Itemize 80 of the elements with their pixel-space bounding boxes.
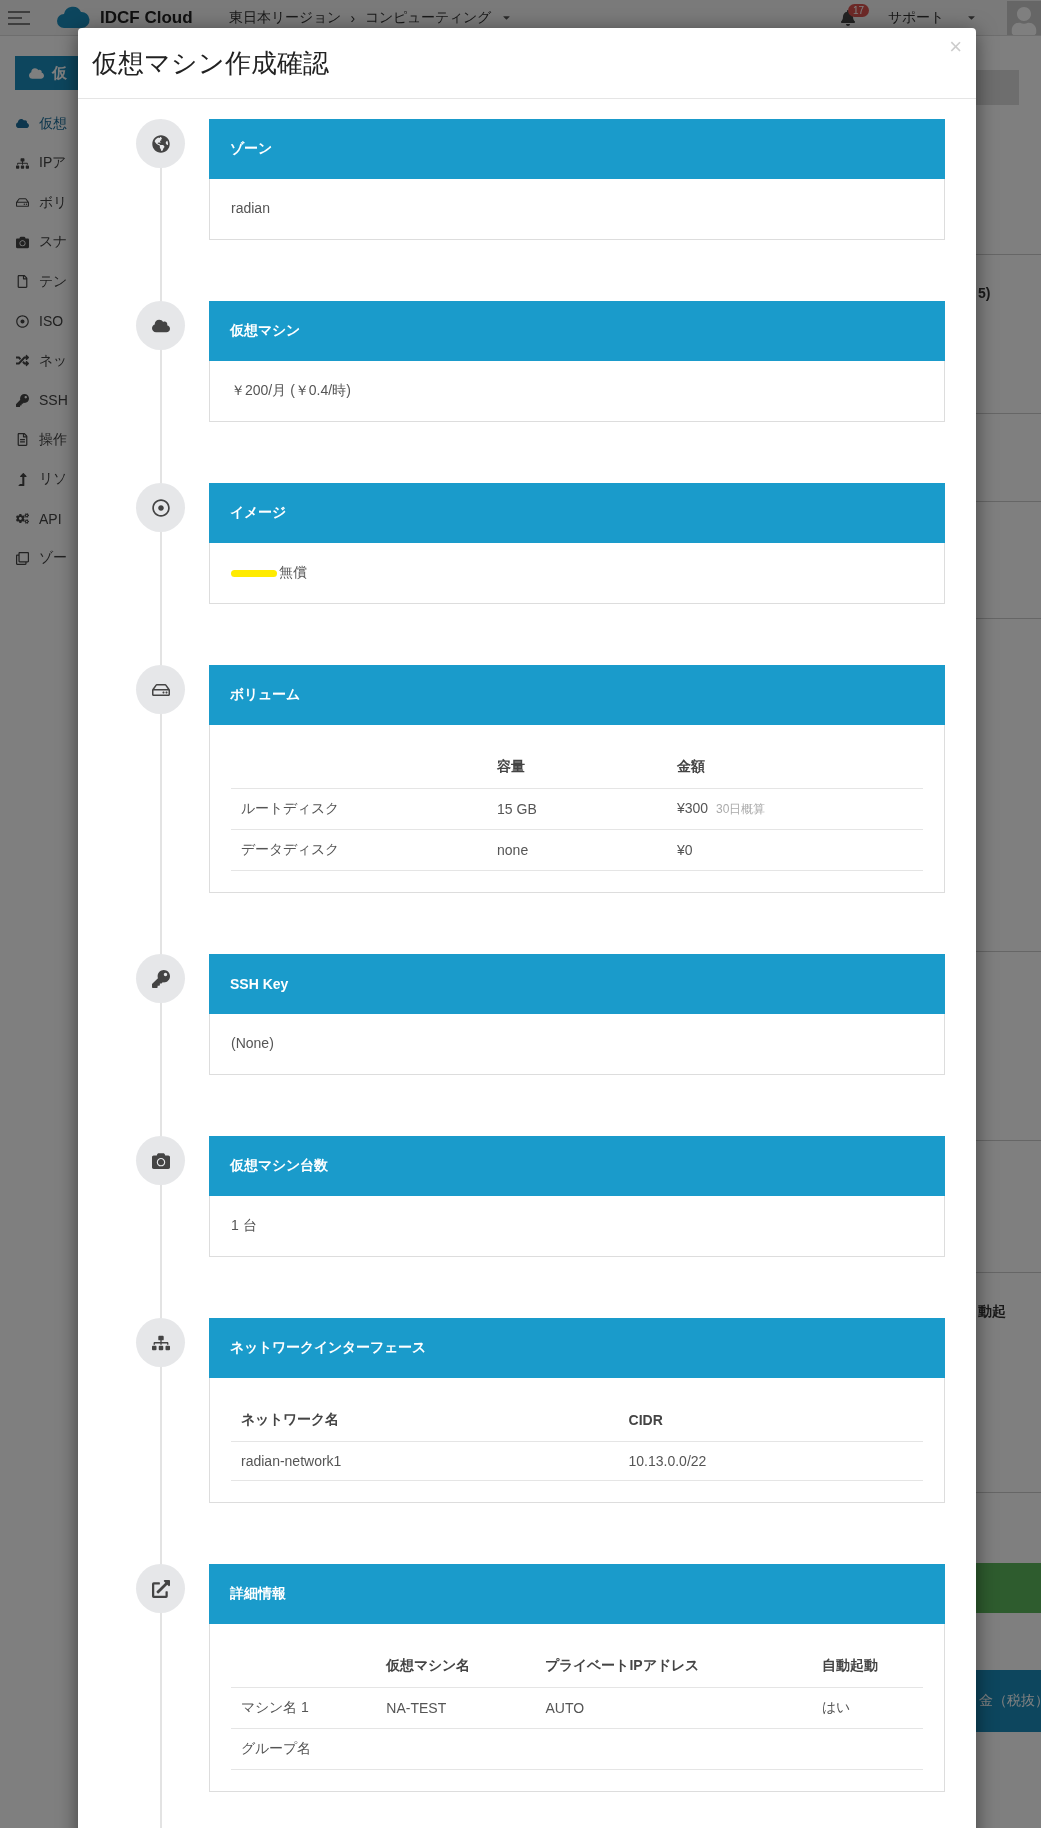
- menu-icon[interactable]: [8, 10, 30, 25]
- document-icon: [16, 433, 29, 447]
- brand-name: IDCF Cloud: [100, 7, 193, 28]
- sidebar-item[interactable]: API: [0, 499, 78, 539]
- gears-icon: [16, 512, 29, 526]
- camera-icon: [151, 1151, 170, 1170]
- copy-icon: [16, 551, 29, 565]
- background-text: 5): [978, 285, 991, 301]
- card-title: 詳細情報: [230, 1585, 286, 1603]
- sidebar-item[interactable]: 仮想: [0, 104, 78, 144]
- create-button[interactable]: 仮: [15, 56, 78, 90]
- sitemap-icon: [151, 1333, 170, 1352]
- notification-count: 17: [848, 3, 870, 17]
- note-text: 30日概算: [716, 802, 766, 816]
- hard-drive-icon: [16, 196, 29, 210]
- target-icon: [16, 314, 29, 328]
- table-cell: ¥300: [676, 800, 709, 816]
- table-cell: AUTO: [545, 1700, 585, 1716]
- card-title: イメージ: [230, 504, 286, 522]
- table-cell: 10.13.0.0/22: [628, 1453, 707, 1469]
- arrow-up-icon: [16, 472, 29, 486]
- card-title: ゾーン: [230, 140, 272, 158]
- card-title: SSH Key: [230, 976, 289, 992]
- table-cell: NA-TEST: [386, 1700, 447, 1716]
- dialog-title: 仮想マシン作成確認: [92, 46, 329, 80]
- column-header: 仮想マシン名: [376, 1645, 536, 1688]
- support-menu[interactable]: サポート: [888, 8, 944, 27]
- card-value: (None): [231, 1035, 274, 1051]
- sidebar-item[interactable]: 操作: [0, 420, 78, 460]
- card-title: ボリューム: [230, 686, 300, 704]
- row-label: データディスク: [231, 829, 488, 871]
- shuffle-icon: [16, 354, 29, 368]
- breadcrumb-separator: ›: [350, 9, 356, 26]
- camera-icon: [16, 235, 29, 249]
- globe-icon: [151, 134, 170, 153]
- key-icon: [151, 969, 170, 988]
- background-text: 金（税抜）: [979, 1692, 1041, 1710]
- table-cell: none: [497, 842, 529, 858]
- breadcrumb-item[interactable]: コンピューティング: [365, 8, 492, 27]
- card-title: 仮想マシン台数: [230, 1157, 328, 1175]
- card-title: ネットワークインターフェース: [230, 1339, 426, 1357]
- card-value: radian: [231, 200, 270, 216]
- card-value: 1 台: [231, 1217, 257, 1233]
- sitemap-icon: [16, 156, 29, 170]
- table-cell: ¥0: [676, 842, 693, 858]
- sidebar-item[interactable]: IPア: [0, 143, 78, 183]
- sidebar-item[interactable]: ボリ: [0, 183, 78, 223]
- column-header: プライベートIPアドレス: [535, 1645, 813, 1688]
- table-cell: はい: [822, 1699, 851, 1715]
- background-text: 動起: [978, 1303, 1006, 1319]
- external-link-icon: [151, 1579, 170, 1598]
- sidebar-item[interactable]: リソ: [0, 459, 78, 499]
- sidebar-item[interactable]: ネッ: [0, 341, 78, 381]
- sidebar-item[interactable]: SSH: [0, 380, 78, 420]
- row-label: マシン名 1: [231, 1687, 377, 1729]
- card-title: 仮想マシン: [230, 322, 300, 340]
- cloud-logo-icon: [56, 5, 90, 30]
- column-header: 金額: [666, 746, 923, 789]
- cloud-icon: [16, 117, 29, 131]
- cloud-icon: [29, 65, 44, 81]
- breadcrumb-item[interactable]: 東日本リージョン: [228, 8, 341, 27]
- column-header: 自動起動: [812, 1645, 923, 1688]
- target-icon: [151, 498, 170, 517]
- card-value: ￥200/月 (￥0.4/時): [231, 382, 351, 398]
- row-label: ルートディスク: [231, 788, 488, 830]
- key-icon: [16, 393, 29, 407]
- sidebar-item[interactable]: ISO: [0, 301, 78, 341]
- column-header: CIDR: [618, 1399, 923, 1442]
- sidebar-item[interactable]: スナ: [0, 222, 78, 262]
- avatar[interactable]: [1007, 0, 1041, 35]
- background-bar: [975, 1563, 1041, 1613]
- column-header: ネットワーク名: [231, 1399, 619, 1442]
- column-header: 容量: [487, 746, 667, 789]
- sidebar-item[interactable]: テン: [0, 262, 78, 302]
- row-label: グループ名: [231, 1728, 377, 1770]
- table-cell: radian-network1: [241, 1453, 342, 1469]
- file-icon: [16, 275, 29, 289]
- table-cell: 15 GB: [497, 801, 537, 817]
- card-value: 無償: [279, 564, 307, 580]
- sidebar-item[interactable]: ゾー: [0, 538, 78, 578]
